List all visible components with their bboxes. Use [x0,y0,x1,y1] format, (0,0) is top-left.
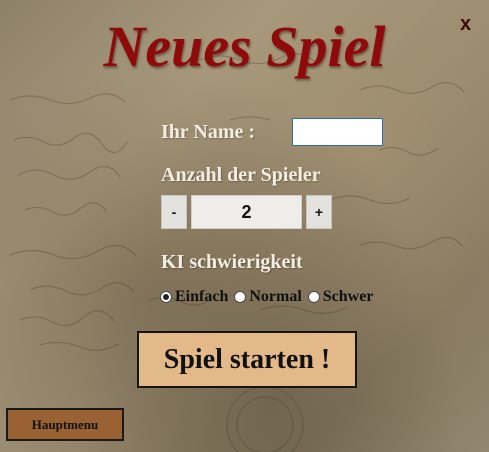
main-menu-button[interactable]: Hauptmenu [6,408,124,441]
players-count-value: 2 [191,195,302,229]
players-count-label: Anzahl der Spieler [161,164,321,186]
difficulty-label-easy[interactable]: Einfach [175,288,228,306]
increase-players-button[interactable]: + [306,195,332,229]
page-title: Neues Spiel [103,14,386,79]
start-game-button[interactable]: Spiel starten ! [137,331,357,388]
difficulty-radio-easy[interactable] [160,291,172,303]
name-label: Ihr Name : [161,121,256,143]
difficulty-radio-hard[interactable] [307,291,320,303]
difficulty-radio-group: Einfach Normal Schwer [160,288,379,306]
decrease-players-button[interactable]: - [161,195,187,229]
difficulty-label-hard[interactable]: Schwer [323,288,374,306]
name-input[interactable] [292,118,383,146]
ai-difficulty-label: KI schwierigkeit [161,251,303,273]
difficulty-radio-normal[interactable] [234,291,247,303]
difficulty-label-normal[interactable]: Normal [249,288,301,306]
